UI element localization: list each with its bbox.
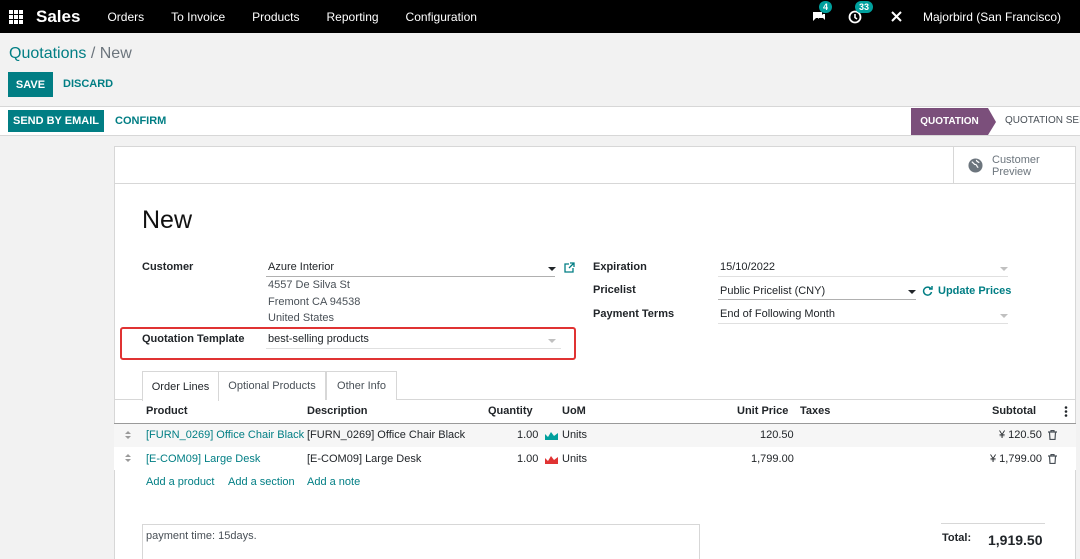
top-navbar: Sales Orders To Invoice Products Reporti… [0,0,1080,33]
stage-quotation: QUOTATION [911,108,988,135]
row-unit-price[interactable]: 120.50 [760,429,794,441]
total-divider [941,523,1045,524]
payment-terms-underline [718,323,1008,324]
forecast-chart-icon[interactable] [545,430,558,440]
row-quantity[interactable]: 1.00 [517,429,538,441]
customer-label: Customer [142,261,194,273]
trash-icon[interactable] [1048,430,1057,440]
breadcrumb: Quotations / New [9,45,132,63]
expiration-dropdown-icon[interactable] [1000,267,1008,271]
drag-handle-icon[interactable] [124,430,132,440]
terms-note-text: payment time: 15days. [146,530,257,542]
customer-underline [266,276,555,277]
pricelist-label: Pricelist [593,284,636,296]
add-product-link[interactable]: Add a product [146,476,215,488]
company-switcher[interactable]: Majorbird (San Francisco) [923,10,1061,24]
breadcrumb-quotations[interactable]: Quotations [9,45,86,62]
payment-terms-label: Payment Terms [593,308,675,320]
col-subtotal[interactable]: Subtotal [992,405,1036,417]
external-link-icon[interactable] [564,262,575,273]
row-subtotal: ¥ 120.50 [999,429,1042,441]
drag-handle-icon[interactable] [124,453,132,463]
address-city: Fremont CA 94538 [268,296,361,308]
app-brand[interactable]: Sales [36,7,80,27]
activities-badge: 33 [854,0,873,13]
tab-other-info[interactable]: Other Info [326,371,397,400]
total-label: Total: [942,532,972,544]
add-note-link[interactable]: Add a note [307,476,360,488]
row-uom[interactable]: Units [562,429,587,441]
template-underline [266,348,561,349]
menu-to-invoice[interactable]: To Invoice [171,10,225,24]
expiration-field[interactable]: 15/10/2022 [720,261,775,273]
stage-quotation-sent[interactable]: QUOTATION SENT [1005,115,1080,126]
optional-columns-icon[interactable] [1064,406,1068,417]
globe-icon [968,158,983,173]
row-quantity[interactable]: 1.00 [517,453,538,465]
quotation-template-field[interactable]: best-selling products [268,333,369,345]
customer-preview-button[interactable]: Customer Preview [953,147,1075,184]
breadcrumb-current: New [99,45,132,62]
messages-icon[interactable]: 4 [811,0,832,25]
update-prices-button[interactable]: Update Prices [938,285,1011,297]
tab-optional-products[interactable]: Optional Products [219,371,326,400]
breadcrumb-separator: / [90,45,96,62]
col-taxes[interactable]: Taxes [800,405,830,417]
pricelist-underline [718,299,916,300]
send-by-email-button[interactable]: SEND BY EMAIL [8,110,104,132]
address-country: United States [268,312,335,324]
address-street: 4557 De Silva St [268,279,350,291]
app-menu-icon[interactable] [9,9,23,24]
col-uom[interactable]: UoM [562,405,586,417]
trash-icon[interactable] [1048,454,1057,464]
menu-configuration[interactable]: Configuration [406,10,477,24]
add-section-link[interactable]: Add a section [228,476,295,488]
pricelist-field[interactable]: Public Pricelist (CNY) [720,285,825,297]
row-product[interactable]: [FURN_0269] Office Chair Black [146,429,304,441]
payment-terms-dropdown-icon[interactable] [1000,314,1008,318]
payment-terms-field[interactable]: End of Following Month [720,308,835,320]
row-description[interactable]: [E-COM09] Large Desk [307,453,421,465]
close-tools-icon[interactable] [889,9,905,25]
record-title: New [142,206,193,234]
stage-arrow [988,108,996,135]
row-unit-price[interactable]: 1,799.00 [751,453,794,465]
forecast-chart-icon[interactable] [545,454,558,464]
menu-reporting[interactable]: Reporting [327,10,379,24]
pricelist-dropdown-icon[interactable] [908,290,916,294]
total-value: 1,919.50 [988,532,1043,548]
col-product[interactable]: Product [146,405,188,417]
menu-orders[interactable]: Orders [107,10,144,24]
tab-order-lines[interactable]: Order Lines [142,371,219,401]
smart-button-box: Customer Preview [115,147,1075,184]
expiration-underline [718,276,1008,277]
col-description[interactable]: Description [307,405,368,417]
col-unit-price[interactable]: Unit Price [737,405,788,417]
preview-label-line1: Customer [992,153,1040,166]
menu-products[interactable]: Products [252,10,299,24]
template-dropdown-icon[interactable] [548,339,556,343]
discard-button[interactable]: DISCARD [63,78,113,90]
refresh-icon[interactable] [922,285,933,296]
customer-field[interactable]: Azure Interior [268,261,334,273]
expiration-label: Expiration [593,261,647,273]
messages-badge: 4 [818,0,832,13]
save-button[interactable]: SAVE [8,72,53,97]
row-subtotal: ¥ 1,799.00 [990,453,1042,465]
row-description[interactable]: [FURN_0269] Office Chair Black [307,429,465,441]
activities-icon[interactable]: 33 [847,0,873,25]
quotation-template-label: Quotation Template [142,333,245,345]
preview-label-line2: Preview [992,165,1032,178]
customer-dropdown-icon[interactable] [548,267,556,271]
status-bar: SEND BY EMAIL CONFIRM QUOTATION QUOTATIO… [0,106,1080,136]
col-quantity[interactable]: Quantity [488,405,533,417]
row-uom[interactable]: Units [562,453,587,465]
confirm-button[interactable]: CONFIRM [115,115,166,127]
row-product[interactable]: [E-COM09] Large Desk [146,453,260,465]
